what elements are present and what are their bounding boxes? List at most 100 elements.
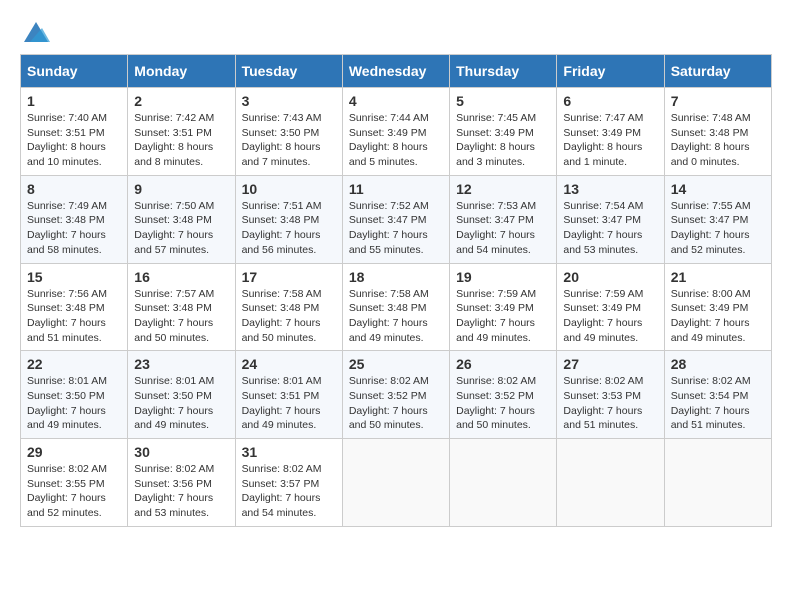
day-info: Sunrise: 8:01 AMSunset: 3:50 PMDaylight:… xyxy=(134,374,228,433)
day-info: Sunrise: 8:02 AMSunset: 3:52 PMDaylight:… xyxy=(349,374,443,433)
calendar-cell: 6 Sunrise: 7:47 AMSunset: 3:49 PMDayligh… xyxy=(557,88,664,176)
day-number: 31 xyxy=(242,444,336,460)
calendar-cell: 18 Sunrise: 7:58 AMSunset: 3:48 PMDaylig… xyxy=(342,263,449,351)
day-info: Sunrise: 7:59 AMSunset: 3:49 PMDaylight:… xyxy=(456,287,550,346)
day-info: Sunrise: 7:53 AMSunset: 3:47 PMDaylight:… xyxy=(456,199,550,258)
weekday-header-saturday: Saturday xyxy=(664,55,771,88)
day-info: Sunrise: 8:02 AMSunset: 3:57 PMDaylight:… xyxy=(242,462,336,521)
calendar-cell: 16 Sunrise: 7:57 AMSunset: 3:48 PMDaylig… xyxy=(128,263,235,351)
day-info: Sunrise: 7:50 AMSunset: 3:48 PMDaylight:… xyxy=(134,199,228,258)
calendar-cell: 20 Sunrise: 7:59 AMSunset: 3:49 PMDaylig… xyxy=(557,263,664,351)
calendar-cell: 28 Sunrise: 8:02 AMSunset: 3:54 PMDaylig… xyxy=(664,351,771,439)
day-number: 11 xyxy=(349,181,443,197)
calendar-cell: 10 Sunrise: 7:51 AMSunset: 3:48 PMDaylig… xyxy=(235,175,342,263)
day-info: Sunrise: 7:42 AMSunset: 3:51 PMDaylight:… xyxy=(134,111,228,170)
day-number: 21 xyxy=(671,269,765,285)
day-number: 26 xyxy=(456,356,550,372)
day-number: 13 xyxy=(563,181,657,197)
day-number: 4 xyxy=(349,93,443,109)
calendar-cell: 11 Sunrise: 7:52 AMSunset: 3:47 PMDaylig… xyxy=(342,175,449,263)
calendar-cell: 29 Sunrise: 8:02 AMSunset: 3:55 PMDaylig… xyxy=(21,439,128,527)
day-info: Sunrise: 8:02 AMSunset: 3:55 PMDaylight:… xyxy=(27,462,121,521)
day-number: 18 xyxy=(349,269,443,285)
logo-icon xyxy=(22,20,50,42)
day-number: 5 xyxy=(456,93,550,109)
calendar-table: SundayMondayTuesdayWednesdayThursdayFrid… xyxy=(20,54,772,527)
calendar-cell: 30 Sunrise: 8:02 AMSunset: 3:56 PMDaylig… xyxy=(128,439,235,527)
calendar-cell xyxy=(557,439,664,527)
weekday-header-wednesday: Wednesday xyxy=(342,55,449,88)
logo xyxy=(20,20,50,38)
day-number: 1 xyxy=(27,93,121,109)
day-info: Sunrise: 7:54 AMSunset: 3:47 PMDaylight:… xyxy=(563,199,657,258)
day-info: Sunrise: 7:59 AMSunset: 3:49 PMDaylight:… xyxy=(563,287,657,346)
calendar-cell: 25 Sunrise: 8:02 AMSunset: 3:52 PMDaylig… xyxy=(342,351,449,439)
weekday-header-thursday: Thursday xyxy=(450,55,557,88)
day-number: 22 xyxy=(27,356,121,372)
calendar-cell: 23 Sunrise: 8:01 AMSunset: 3:50 PMDaylig… xyxy=(128,351,235,439)
day-info: Sunrise: 8:01 AMSunset: 3:51 PMDaylight:… xyxy=(242,374,336,433)
day-number: 7 xyxy=(671,93,765,109)
day-info: Sunrise: 7:56 AMSunset: 3:48 PMDaylight:… xyxy=(27,287,121,346)
calendar-cell xyxy=(342,439,449,527)
calendar-cell: 26 Sunrise: 8:02 AMSunset: 3:52 PMDaylig… xyxy=(450,351,557,439)
day-number: 12 xyxy=(456,181,550,197)
calendar-cell: 2 Sunrise: 7:42 AMSunset: 3:51 PMDayligh… xyxy=(128,88,235,176)
weekday-header-friday: Friday xyxy=(557,55,664,88)
day-number: 10 xyxy=(242,181,336,197)
day-number: 30 xyxy=(134,444,228,460)
calendar-cell: 3 Sunrise: 7:43 AMSunset: 3:50 PMDayligh… xyxy=(235,88,342,176)
day-number: 2 xyxy=(134,93,228,109)
day-number: 28 xyxy=(671,356,765,372)
calendar-cell: 13 Sunrise: 7:54 AMSunset: 3:47 PMDaylig… xyxy=(557,175,664,263)
weekday-header-sunday: Sunday xyxy=(21,55,128,88)
day-number: 14 xyxy=(671,181,765,197)
calendar-cell: 15 Sunrise: 7:56 AMSunset: 3:48 PMDaylig… xyxy=(21,263,128,351)
calendar-cell: 27 Sunrise: 8:02 AMSunset: 3:53 PMDaylig… xyxy=(557,351,664,439)
day-number: 19 xyxy=(456,269,550,285)
day-number: 9 xyxy=(134,181,228,197)
day-number: 16 xyxy=(134,269,228,285)
day-info: Sunrise: 7:40 AMSunset: 3:51 PMDaylight:… xyxy=(27,111,121,170)
day-info: Sunrise: 7:52 AMSunset: 3:47 PMDaylight:… xyxy=(349,199,443,258)
day-number: 29 xyxy=(27,444,121,460)
day-info: Sunrise: 7:55 AMSunset: 3:47 PMDaylight:… xyxy=(671,199,765,258)
day-number: 17 xyxy=(242,269,336,285)
calendar-cell: 17 Sunrise: 7:58 AMSunset: 3:48 PMDaylig… xyxy=(235,263,342,351)
calendar-cell xyxy=(450,439,557,527)
day-number: 27 xyxy=(563,356,657,372)
calendar-cell: 21 Sunrise: 8:00 AMSunset: 3:49 PMDaylig… xyxy=(664,263,771,351)
day-info: Sunrise: 8:02 AMSunset: 3:52 PMDaylight:… xyxy=(456,374,550,433)
day-number: 24 xyxy=(242,356,336,372)
day-info: Sunrise: 7:51 AMSunset: 3:48 PMDaylight:… xyxy=(242,199,336,258)
day-info: Sunrise: 7:48 AMSunset: 3:48 PMDaylight:… xyxy=(671,111,765,170)
day-info: Sunrise: 7:47 AMSunset: 3:49 PMDaylight:… xyxy=(563,111,657,170)
day-info: Sunrise: 8:00 AMSunset: 3:49 PMDaylight:… xyxy=(671,287,765,346)
day-info: Sunrise: 7:58 AMSunset: 3:48 PMDaylight:… xyxy=(242,287,336,346)
day-number: 8 xyxy=(27,181,121,197)
calendar-cell: 31 Sunrise: 8:02 AMSunset: 3:57 PMDaylig… xyxy=(235,439,342,527)
calendar-cell: 4 Sunrise: 7:44 AMSunset: 3:49 PMDayligh… xyxy=(342,88,449,176)
calendar-cell: 12 Sunrise: 7:53 AMSunset: 3:47 PMDaylig… xyxy=(450,175,557,263)
day-number: 15 xyxy=(27,269,121,285)
calendar-cell: 5 Sunrise: 7:45 AMSunset: 3:49 PMDayligh… xyxy=(450,88,557,176)
weekday-header-tuesday: Tuesday xyxy=(235,55,342,88)
day-info: Sunrise: 7:57 AMSunset: 3:48 PMDaylight:… xyxy=(134,287,228,346)
day-info: Sunrise: 8:02 AMSunset: 3:54 PMDaylight:… xyxy=(671,374,765,433)
calendar-cell: 9 Sunrise: 7:50 AMSunset: 3:48 PMDayligh… xyxy=(128,175,235,263)
day-number: 3 xyxy=(242,93,336,109)
day-info: Sunrise: 7:58 AMSunset: 3:48 PMDaylight:… xyxy=(349,287,443,346)
day-info: Sunrise: 8:02 AMSunset: 3:56 PMDaylight:… xyxy=(134,462,228,521)
day-info: Sunrise: 8:02 AMSunset: 3:53 PMDaylight:… xyxy=(563,374,657,433)
day-number: 20 xyxy=(563,269,657,285)
day-info: Sunrise: 7:44 AMSunset: 3:49 PMDaylight:… xyxy=(349,111,443,170)
day-info: Sunrise: 8:01 AMSunset: 3:50 PMDaylight:… xyxy=(27,374,121,433)
calendar-cell: 24 Sunrise: 8:01 AMSunset: 3:51 PMDaylig… xyxy=(235,351,342,439)
page-header xyxy=(20,20,772,38)
day-number: 23 xyxy=(134,356,228,372)
calendar-cell: 14 Sunrise: 7:55 AMSunset: 3:47 PMDaylig… xyxy=(664,175,771,263)
calendar-cell xyxy=(664,439,771,527)
calendar-cell: 8 Sunrise: 7:49 AMSunset: 3:48 PMDayligh… xyxy=(21,175,128,263)
day-number: 25 xyxy=(349,356,443,372)
day-info: Sunrise: 7:49 AMSunset: 3:48 PMDaylight:… xyxy=(27,199,121,258)
